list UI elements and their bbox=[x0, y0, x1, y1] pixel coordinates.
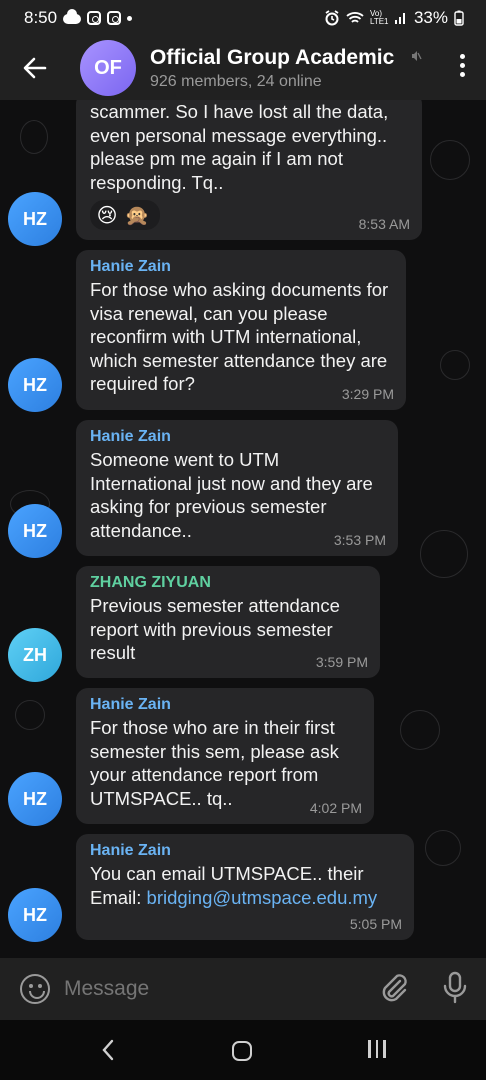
monkey-emoji-icon[interactable]: 🙊 bbox=[124, 202, 150, 228]
cloud-icon bbox=[63, 9, 82, 24]
avatar[interactable]: HZ bbox=[8, 192, 62, 246]
message-time: 8:53 AM bbox=[358, 216, 410, 232]
wifi-icon bbox=[346, 12, 364, 23]
avatar[interactable]: ZH bbox=[8, 628, 62, 682]
message-time: 3:29 PM bbox=[341, 386, 394, 402]
chat-header: OF Official Group Academic 926 members, … bbox=[0, 36, 486, 100]
status-bar: 8:50 Vo) LTE1 33% bbox=[0, 0, 486, 36]
message-time: 3:53 PM bbox=[333, 532, 386, 548]
signal-icon bbox=[394, 13, 405, 24]
background-doodle bbox=[20, 120, 48, 154]
background-doodle bbox=[400, 710, 440, 750]
menu-dot-icon bbox=[459, 54, 465, 59]
sender-name[interactable]: Hanie Zain bbox=[90, 258, 392, 276]
instagram-icon bbox=[87, 11, 102, 25]
alarm-icon bbox=[325, 10, 339, 26]
microphone-icon[interactable] bbox=[440, 970, 470, 1006]
message-text: scammer. So I have lost all the data, ev… bbox=[90, 101, 389, 193]
member-count: 926 members, 24 online bbox=[150, 72, 322, 90]
nav-back-icon[interactable] bbox=[100, 1038, 116, 1062]
avatar[interactable]: HZ bbox=[8, 888, 62, 942]
chat-messages[interactable]: scammer. So I have lost all the data, ev… bbox=[0, 100, 486, 958]
reactions[interactable]: 😢 🙊 bbox=[90, 200, 160, 230]
email-link[interactable]: bridging@utmspace.edu.my bbox=[147, 887, 378, 908]
sender-name[interactable]: Hanie Zain bbox=[90, 696, 360, 714]
background-doodle bbox=[420, 530, 468, 578]
sender-name[interactable]: ZHANG ZIYUAN bbox=[90, 574, 366, 592]
status-time: 8:50 bbox=[24, 8, 58, 27]
system-nav-bar bbox=[0, 1020, 486, 1080]
message-bubble[interactable]: Hanie Zain You can email UTMSPACE.. thei… bbox=[76, 834, 414, 940]
nav-recents-icon[interactable] bbox=[368, 1040, 386, 1058]
background-doodle bbox=[15, 700, 45, 730]
background-doodle bbox=[430, 140, 470, 180]
sender-name[interactable]: Hanie Zain bbox=[90, 428, 384, 446]
emoji-icon[interactable] bbox=[20, 974, 50, 1004]
message-input[interactable] bbox=[64, 977, 354, 1001]
sender-name[interactable]: Hanie Zain bbox=[90, 842, 400, 860]
message-time: 3:59 PM bbox=[315, 654, 368, 670]
avatar[interactable]: HZ bbox=[8, 772, 62, 826]
nav-home-icon[interactable] bbox=[232, 1041, 252, 1061]
page-title: Official Group Academic bbox=[150, 45, 395, 69]
message-time: 4:02 PM bbox=[309, 800, 362, 816]
message-text: Someone went to UTM International just n… bbox=[90, 449, 373, 541]
message-text: For those who asking documents for visa … bbox=[90, 279, 389, 394]
message-bubble[interactable]: ZHANG ZIYUAN Previous semester attendanc… bbox=[76, 566, 380, 678]
message-bubble[interactable]: Hanie Zain For those who are in their fi… bbox=[76, 688, 374, 824]
group-info[interactable]: Official Group Academic 926 members, 24 … bbox=[150, 46, 410, 91]
message-text: For those who are in their first semeste… bbox=[90, 717, 339, 809]
more-options-button[interactable] bbox=[458, 54, 466, 77]
group-avatar[interactable]: OF bbox=[80, 40, 136, 96]
battery-percent: 33% bbox=[413, 8, 448, 27]
back-button[interactable] bbox=[0, 36, 70, 100]
battery-icon bbox=[454, 10, 464, 26]
message-text: You can email UTMSPACE.. their Email: br… bbox=[90, 862, 410, 909]
crying-emoji-icon[interactable]: 😢 bbox=[94, 202, 120, 228]
background-doodle bbox=[440, 350, 470, 380]
avatar[interactable]: HZ bbox=[8, 358, 62, 412]
avatar[interactable]: HZ bbox=[8, 504, 62, 558]
paperclip-icon[interactable] bbox=[378, 972, 410, 1004]
arrow-left-icon bbox=[23, 57, 47, 79]
menu-dot-icon bbox=[459, 63, 465, 68]
message-bubble[interactable]: scammer. So I have lost all the data, ev… bbox=[76, 100, 422, 240]
volte-label: Vo) LTE1 bbox=[369, 9, 389, 26]
message-bubble[interactable]: Hanie Zain Someone went to UTM Internati… bbox=[76, 420, 398, 556]
message-time: 5:05 PM bbox=[349, 916, 402, 932]
menu-dot-icon bbox=[459, 72, 465, 77]
mute-icon bbox=[412, 51, 422, 61]
message-bubble[interactable]: Hanie Zain For those who asking document… bbox=[76, 250, 406, 410]
notification-dot-icon bbox=[127, 15, 133, 21]
instagram-icon-2 bbox=[107, 11, 122, 25]
message-input-bar bbox=[0, 958, 486, 1020]
background-doodle bbox=[425, 830, 461, 866]
